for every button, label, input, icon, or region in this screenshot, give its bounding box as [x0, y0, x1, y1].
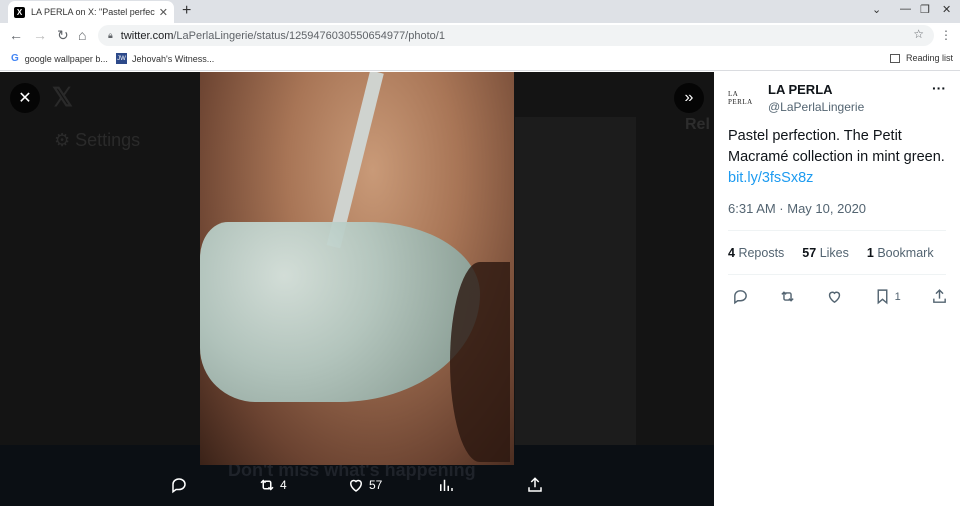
tab-close-icon[interactable]: ✕ — [159, 6, 168, 19]
avatar[interactable]: LA PERLA — [728, 88, 764, 108]
analytics-icon — [440, 479, 453, 491]
reading-list-label: Reading list — [906, 53, 954, 63]
tweet-text: Pastel perfection. The Petit Macramé col… — [728, 126, 954, 189]
author-handle[interactable]: @LaPerlaLingerie — [768, 100, 864, 114]
bookmark-button[interactable]: 1 — [874, 288, 901, 305]
reply-icon[interactable] — [732, 288, 749, 305]
browser-tab[interactable]: X LA PERLA on X: "Pastel perfectio ✕ — [8, 1, 174, 23]
background-relevant-heading: Rel — [685, 116, 710, 133]
heart-icon[interactable] — [826, 288, 843, 305]
repost-icon — [260, 479, 274, 491]
bookmark-label: Jehovah's Witness... — [132, 53, 215, 64]
bookmark-action-count: 1 — [894, 290, 901, 303]
close-icon: ✕ — [18, 90, 32, 107]
lock-icon: 🔒︎ — [108, 30, 113, 40]
reposts-label: Reposts — [738, 246, 785, 260]
jw-icon: JW — [116, 53, 127, 64]
likes-stat[interactable]: 57 Likes — [802, 246, 849, 260]
likes-count: 57 — [802, 246, 817, 260]
tweet-stats: 4 Reposts 57 Likes 1 Bookmark — [728, 246, 934, 260]
tweet-detail-panel: LA PERLA LA PERLA @LaPerlaLingerie ··· P… — [714, 72, 960, 506]
share-icon — [528, 477, 542, 492]
viewer-like-button[interactable]: 57 — [347, 476, 382, 494]
url-field[interactable]: 🔒︎ twitter.com/LaPerlaLingerie/status/12… — [98, 25, 934, 46]
home-icon[interactable]: ⌂ — [78, 27, 86, 43]
tab-bar: X LA PERLA on X: "Pastel perfectio ✕ + ⌄… — [0, 0, 960, 23]
bookmark-label: google wallpaper b... — [24, 53, 108, 64]
x-logo-icon: 𝕏 — [52, 82, 73, 112]
reply-icon — [172, 478, 186, 494]
bookmarks-bar: G google wallpaper b... JW Jehovah's Wit… — [0, 48, 960, 71]
viewer-repost-count: 4 — [280, 478, 287, 492]
tweet-link[interactable]: bit.ly/3fsSx8z — [728, 170, 813, 186]
tab-title: LA PERLA on X: "Pastel perfectio — [31, 7, 155, 17]
repost-icon[interactable] — [779, 288, 796, 305]
toggle-panel-button[interactable]: » — [674, 83, 704, 113]
address-bar: ← → ↻ ⌂ 🔒︎ twitter.com/LaPerlaLingerie/s… — [0, 23, 960, 48]
chevrons-right-icon: » — [684, 89, 694, 106]
window-close-icon[interactable]: ✕ — [942, 3, 951, 16]
tab-search-icon[interactable]: ⌄ — [872, 3, 881, 16]
reposts-stat[interactable]: 4 Reposts — [728, 246, 784, 260]
url-host: twitter.com — [120, 29, 174, 42]
divider — [728, 274, 946, 275]
more-options-icon[interactable]: ··· — [932, 80, 946, 96]
new-tab-icon[interactable]: + — [182, 2, 191, 20]
viewer-share-button[interactable] — [526, 476, 548, 494]
x-favicon-icon: X — [14, 6, 25, 18]
author-name[interactable]: LA PERLA — [768, 82, 833, 97]
photo-lace — [200, 222, 480, 402]
bookmarks-count: 1 — [866, 246, 874, 260]
likes-label: Likes — [819, 246, 849, 260]
tweet-photo[interactable] — [200, 72, 514, 465]
tweet-timestamp[interactable]: 6:31 AM · May 10, 2020 — [728, 201, 866, 216]
divider — [728, 230, 946, 231]
media-viewer: 𝕏 ⚙ Settings Rel Don't miss what's happe… — [0, 72, 714, 506]
bookmark-google-wallpaper[interactable]: G google wallpaper b... — [11, 53, 108, 64]
reposts-count: 4 — [728, 246, 735, 260]
tweet-body: Pastel perfection. The Petit Macramé col… — [728, 128, 945, 165]
reload-icon[interactable]: ↻ — [57, 27, 69, 44]
bookmark-icon — [877, 289, 888, 305]
viewer-analytics-button[interactable] — [437, 476, 459, 494]
back-icon[interactable]: ← — [9, 27, 23, 43]
share-icon[interactable] — [931, 288, 948, 305]
background-panel — [515, 117, 636, 445]
reading-list-button[interactable]: Reading list — [890, 53, 953, 63]
bookmarks-stat[interactable]: 1 Bookmark — [867, 246, 934, 260]
url-path: /LaPerlaLingerie/status/1259476030550654… — [173, 29, 445, 42]
reading-list-icon — [890, 53, 900, 63]
minimize-icon[interactable]: — — [900, 3, 911, 15]
forward-icon[interactable]: → — [33, 27, 47, 43]
bookmarks-label: Bookmark — [877, 246, 934, 260]
bookmark-star-icon[interactable]: ☆ — [913, 27, 924, 41]
photo-shadow — [450, 262, 510, 462]
tweet-actions: 1 — [732, 288, 948, 305]
viewer-like-count: 57 — [369, 478, 383, 492]
background-settings-label: ⚙ Settings — [54, 130, 141, 150]
bookmark-jehovahs-witness[interactable]: JW Jehovah's Witness... — [116, 53, 214, 64]
viewer-repost-button[interactable]: 4 — [258, 476, 287, 494]
viewer-reply-button[interactable] — [170, 476, 192, 494]
restore-icon[interactable]: ❐ — [920, 3, 930, 16]
heart-icon — [349, 479, 363, 492]
browser-menu-icon[interactable]: ⋮ — [940, 28, 952, 42]
google-icon: G — [11, 53, 19, 64]
close-viewer-button[interactable]: ✕ — [10, 83, 40, 113]
